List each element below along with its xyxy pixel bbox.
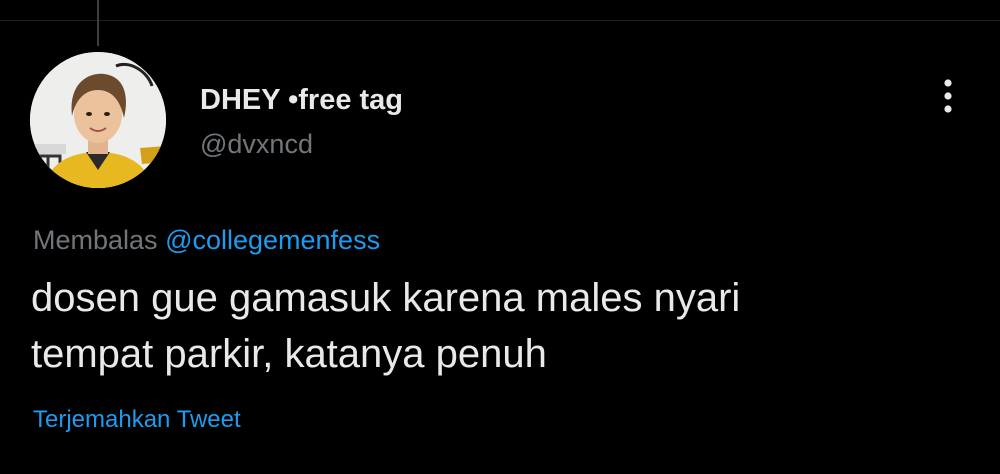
avatar[interactable] [30, 52, 166, 188]
tweet-text-line: dosen gue gamasuk karena males nyari [31, 276, 741, 320]
reply-mention-link[interactable]: @collegemenfess [165, 225, 380, 255]
author-block[interactable]: DHEY •free tag @dvxncd [200, 80, 403, 162]
more-options-icon [944, 79, 952, 113]
divider [0, 20, 1000, 21]
tweet-text: dosen gue gamasuk karena males nyari tem… [31, 270, 951, 382]
tweet-view: DHEY •free tag @dvxncd Membalas @college… [0, 0, 1000, 474]
translate-tweet-link[interactable]: Terjemahkan Tweet [33, 404, 241, 436]
reply-context: Membalas @collegemenfess [33, 222, 380, 258]
profile-photo-avatar-icon [30, 52, 166, 188]
user-handle[interactable]: @dvxncd [200, 126, 403, 162]
reply-prefix: Membalas [33, 225, 158, 255]
thread-connector-line [97, 0, 99, 46]
more-options-button[interactable] [930, 74, 966, 118]
tweet-text-line: tempat parkir, katanya penuh [31, 332, 547, 376]
display-name[interactable]: DHEY •free tag [200, 80, 403, 120]
